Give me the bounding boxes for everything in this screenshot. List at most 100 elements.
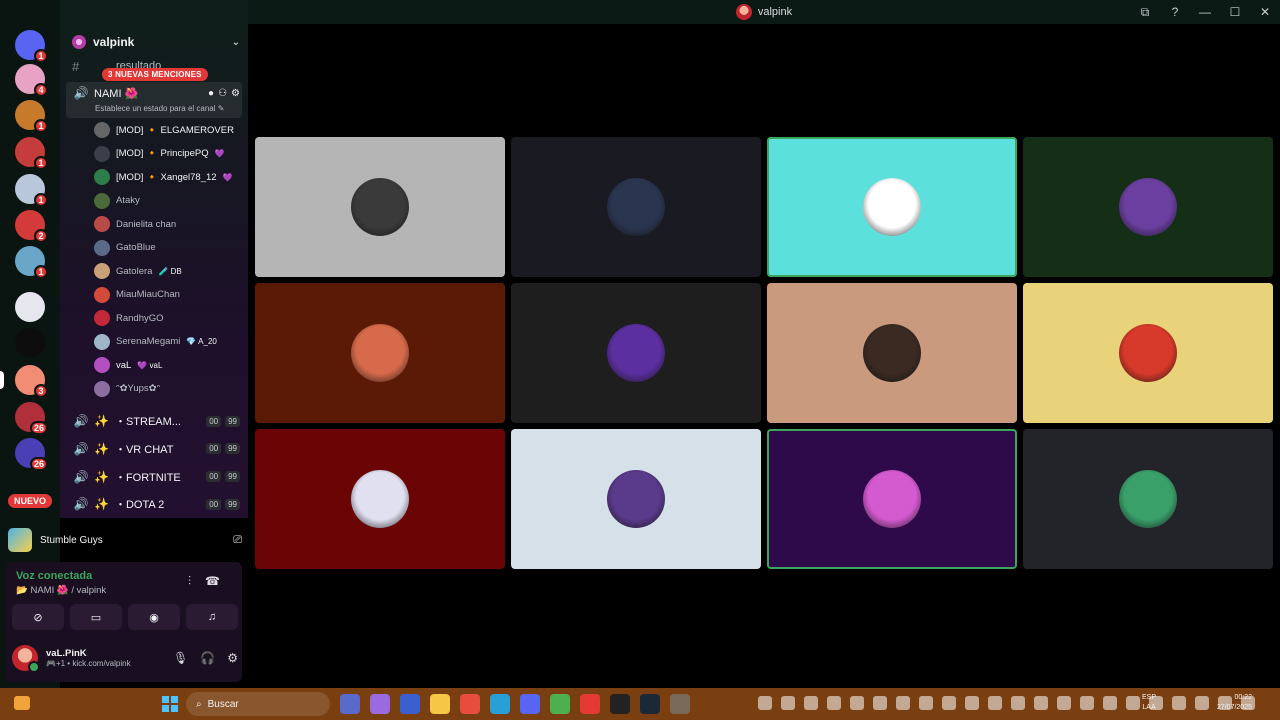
voice-member[interactable]: Gatolera 🧪 DB	[94, 261, 244, 281]
server-icon[interactable]: 26	[15, 438, 48, 471]
tray-icon[interactable]	[965, 696, 979, 710]
taskbar-app-icon[interactable]	[340, 694, 360, 714]
screen-share-icon[interactable]: ⧉	[1130, 5, 1160, 20]
guild-header[interactable]: valpink ⌄	[72, 32, 240, 52]
voice-channel[interactable]: 🔊 ✨ ・VR CHAT 00 99	[74, 439, 240, 459]
participant-tile[interactable]	[511, 429, 761, 569]
activities-button[interactable]: ◉	[128, 604, 180, 630]
tray-icon[interactable]	[827, 696, 841, 710]
tray-icon[interactable]	[896, 696, 910, 710]
taskbar-app-icon[interactable]	[430, 694, 450, 714]
participant-tile[interactable]	[511, 283, 761, 423]
server-icon[interactable]: 26	[15, 402, 48, 435]
chevron-down-icon[interactable]: ⌄	[232, 37, 240, 48]
voice-member[interactable]: SerenaMegami 💎 A_20	[94, 332, 244, 352]
tray-icon[interactable]	[781, 696, 795, 710]
server-icon[interactable]: 2	[15, 210, 48, 243]
participant-tile[interactable]	[767, 429, 1017, 569]
participant-tile[interactable]	[767, 137, 1017, 277]
taskbar-app-icon[interactable]	[550, 694, 570, 714]
voice-member[interactable]: RandhyGO	[94, 308, 244, 328]
voice-member[interactable]: GatoBlue	[94, 238, 244, 258]
taskbar-search[interactable]: ⌕ Buscar	[186, 692, 330, 716]
voice-member[interactable]: Danielita chan	[94, 214, 244, 234]
taskbar-app-icon[interactable]	[640, 694, 660, 714]
tray-icon[interactable]	[1126, 696, 1140, 710]
close-button[interactable]: ✕	[1250, 5, 1280, 19]
voice-member[interactable]: [MOD] 🔸 PrincipePQ 💜	[94, 144, 244, 164]
channel-status[interactable]: Establece un estado para el canal ✎	[95, 104, 224, 113]
voice-member[interactable]: ᵔ✿Yups✿ᵔ	[94, 379, 244, 399]
voice-channel[interactable]: 🔊 ✨ ・DOTA 2 00 99	[74, 494, 240, 514]
taskbar-app-icon[interactable]	[610, 694, 630, 714]
tray-icon[interactable]	[758, 696, 772, 710]
taskbar-app-icon[interactable]	[490, 694, 510, 714]
screen-share-button[interactable]: ▭	[70, 604, 122, 630]
username[interactable]: vaL.PinK	[46, 648, 131, 659]
tray-icon[interactable]	[1172, 696, 1186, 710]
server-icon[interactable]: 1	[15, 246, 48, 279]
participant-tile[interactable]	[1023, 429, 1273, 569]
tray-icon[interactable]	[919, 696, 933, 710]
server-icon[interactable]: 3	[15, 365, 48, 398]
participant-tile[interactable]	[255, 429, 505, 569]
server-icon[interactable]	[15, 328, 45, 358]
taskbar-app-icon[interactable]	[400, 694, 420, 714]
taskbar-app-icon[interactable]	[580, 694, 600, 714]
server-icon[interactable]: 1	[15, 137, 48, 170]
server-icon[interactable]: 1	[15, 174, 48, 207]
participant-tile[interactable]	[1023, 283, 1273, 423]
server-icon[interactable]	[15, 292, 45, 322]
voice-member[interactable]: Ataky	[94, 191, 244, 211]
taskbar-app-icon[interactable]	[670, 694, 690, 714]
tray-icon[interactable]	[1011, 696, 1025, 710]
activity-row[interactable]: Stumble Guys ⎚	[8, 524, 242, 556]
participant-tile[interactable]	[255, 137, 505, 277]
mentions-badge[interactable]: 3 NUEVAS MENCIONES	[102, 68, 208, 81]
microphone-icon[interactable]: 🎙	[173, 651, 188, 665]
noise-suppression-icon[interactable]: ⫶	[188, 574, 191, 589]
widgets-icon[interactable]	[14, 696, 30, 710]
participant-tile[interactable]	[767, 283, 1017, 423]
avatar[interactable]	[12, 645, 40, 673]
voice-connected-label[interactable]: Voz conectada	[16, 570, 92, 582]
participant-tile[interactable]	[1023, 137, 1273, 277]
tray-icon[interactable]	[1057, 696, 1071, 710]
server-icon[interactable]: 1	[15, 100, 48, 133]
participant-tile[interactable]	[511, 137, 761, 277]
voice-member[interactable]: [MOD] 🔸 ELGAMEROVER	[94, 120, 244, 140]
tray-icon[interactable]	[988, 696, 1002, 710]
tray-icon[interactable]	[804, 696, 818, 710]
camera-off-button[interactable]: ⊘	[12, 604, 64, 630]
tray-icon[interactable]	[850, 696, 864, 710]
server-icon[interactable]: 1	[15, 30, 48, 63]
voice-member[interactable]: [MOD] 🔸 Xangel78_12 💜	[94, 167, 244, 187]
voice-member[interactable]: MiauMiauChan	[94, 285, 244, 305]
voice-channel[interactable]: 🔊 ✨ ・FORTNITE 00 99	[74, 467, 240, 487]
taskbar-app-icon[interactable]	[460, 694, 480, 714]
voice-channel-path[interactable]: 📂 NAMI 🌺 / valpink	[16, 585, 106, 596]
start-button[interactable]	[162, 696, 178, 712]
chat-icon[interactable]: ●	[208, 88, 214, 99]
clock[interactable]: 00:22 27/07/2025	[1206, 693, 1252, 713]
voice-member[interactable]: vaL 💜 vaL	[94, 355, 244, 375]
tray-icon[interactable]	[942, 696, 956, 710]
minimize-button[interactable]: —	[1190, 5, 1220, 19]
stream-icon[interactable]: ⎚	[233, 534, 242, 547]
settings-gear-icon[interactable]: ⚙	[231, 88, 240, 99]
participant-tile[interactable]	[255, 283, 505, 423]
tray-icon[interactable]	[873, 696, 887, 710]
voice-channel-nami[interactable]: 🔊 NAMI 🌺 ● ⚇ ⚙	[74, 83, 240, 103]
headphones-icon[interactable]: 🎧	[200, 651, 215, 665]
server-icon[interactable]: 4	[15, 64, 48, 97]
taskbar-app-icon[interactable]	[520, 694, 540, 714]
soundboard-button[interactable]: ♫	[186, 604, 238, 630]
tray-icon[interactable]	[1080, 696, 1094, 710]
language-indicator[interactable]: ESP LAA	[1142, 693, 1156, 713]
voice-channel[interactable]: 🔊 ✨ ・STREAM... 00 99	[74, 411, 240, 431]
add-member-icon[interactable]: ⚇	[218, 88, 227, 99]
tray-icon[interactable]	[1034, 696, 1048, 710]
taskbar-app-icon[interactable]	[370, 694, 390, 714]
tray-icon[interactable]	[1103, 696, 1117, 710]
help-icon[interactable]: ?	[1160, 5, 1190, 19]
